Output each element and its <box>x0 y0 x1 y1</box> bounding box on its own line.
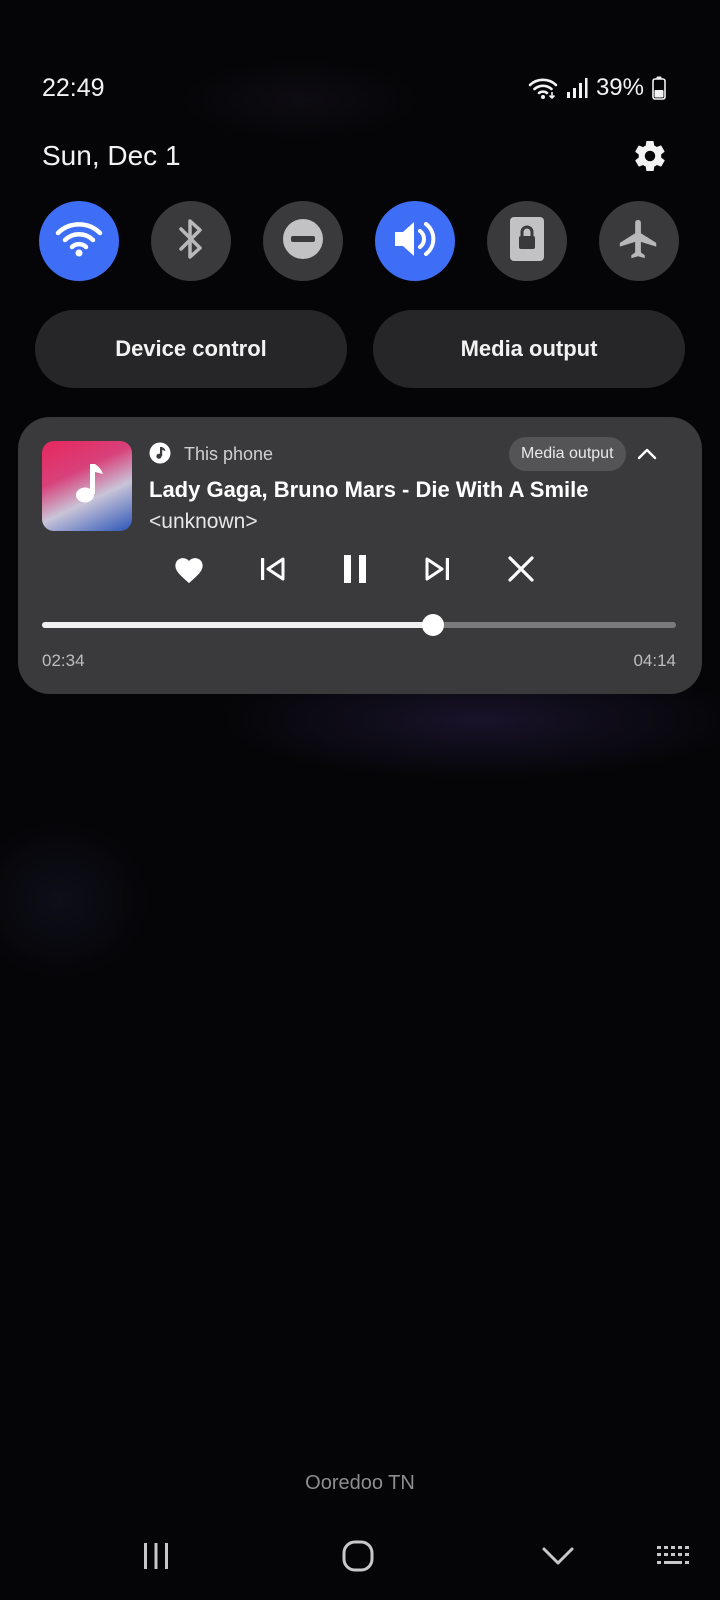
album-art <box>42 441 132 531</box>
airplane-icon <box>616 216 662 267</box>
signal-icon <box>566 77 588 99</box>
status-icons: 39% <box>528 74 666 102</box>
close-icon <box>507 555 535 588</box>
gear-icon[interactable] <box>632 138 668 174</box>
recent-apps-icon <box>141 1541 171 1576</box>
wifi-icon <box>55 220 103 263</box>
track-title: Lady Gaga, Bruno Mars - Die With A Smile <box>149 477 589 502</box>
heart-icon <box>172 554 206 589</box>
next-button[interactable] <box>416 549 460 593</box>
dismiss-media-button[interactable] <box>499 549 543 593</box>
pause-icon <box>341 553 369 590</box>
keyboard-icon <box>656 1544 692 1573</box>
keyboard-button[interactable] <box>646 1536 702 1580</box>
seek-bar[interactable] <box>42 614 676 636</box>
notification-panel: 22:49 39% Sun, Dec 1 Device control Medi… <box>0 0 720 1600</box>
chevron-up-icon[interactable] <box>636 443 658 465</box>
rotation-lock-icon <box>509 216 545 267</box>
previous-icon <box>258 556 286 587</box>
media-source-label: This phone <box>184 444 274 464</box>
battery-icon <box>652 76 666 100</box>
media-output-chip[interactable]: Media output <box>509 437 626 471</box>
volume-icon <box>391 218 439 265</box>
track-artist: <unknown> <box>149 510 258 533</box>
toggle-bluetooth[interactable] <box>151 201 231 281</box>
media-player-card[interactable]: This phone Media output Lady Gaga, Bruno… <box>18 417 702 694</box>
wifi-icon <box>528 76 558 100</box>
favorite-button[interactable] <box>167 549 211 593</box>
seek-bar-progress <box>42 622 433 628</box>
recent-apps-button[interactable] <box>128 1536 184 1580</box>
device-control-button[interactable]: Device control <box>35 310 347 388</box>
toggle-wifi[interactable] <box>39 201 119 281</box>
music-note-icon <box>149 442 171 464</box>
pause-button[interactable] <box>333 549 377 593</box>
home-icon <box>342 1540 374 1577</box>
total-time: 04:14 <box>633 651 676 670</box>
previous-button[interactable] <box>250 549 294 593</box>
panel-date: Sun, Dec 1 <box>42 140 181 171</box>
status-time: 22:49 <box>42 74 105 102</box>
carrier-label: Ooredoo TN <box>305 1472 415 1494</box>
music-note-icon <box>70 462 104 511</box>
next-icon <box>424 556 452 587</box>
media-output-button[interactable]: Media output <box>373 310 685 388</box>
chevron-down-icon <box>542 1546 574 1571</box>
bluetooth-icon <box>176 217 206 266</box>
dnd-icon <box>282 218 324 265</box>
seek-bar-thumb[interactable] <box>421 614 444 636</box>
toggle-do-not-disturb[interactable] <box>263 201 343 281</box>
elapsed-time: 02:34 <box>42 651 85 670</box>
battery-percent: 39% <box>595 74 644 101</box>
toggle-sound[interactable] <box>375 201 455 281</box>
back-button[interactable] <box>530 1536 586 1580</box>
toggle-portrait-lock[interactable] <box>487 201 567 281</box>
home-button[interactable] <box>330 1536 386 1580</box>
toggle-airplane-mode[interactable] <box>599 201 679 281</box>
